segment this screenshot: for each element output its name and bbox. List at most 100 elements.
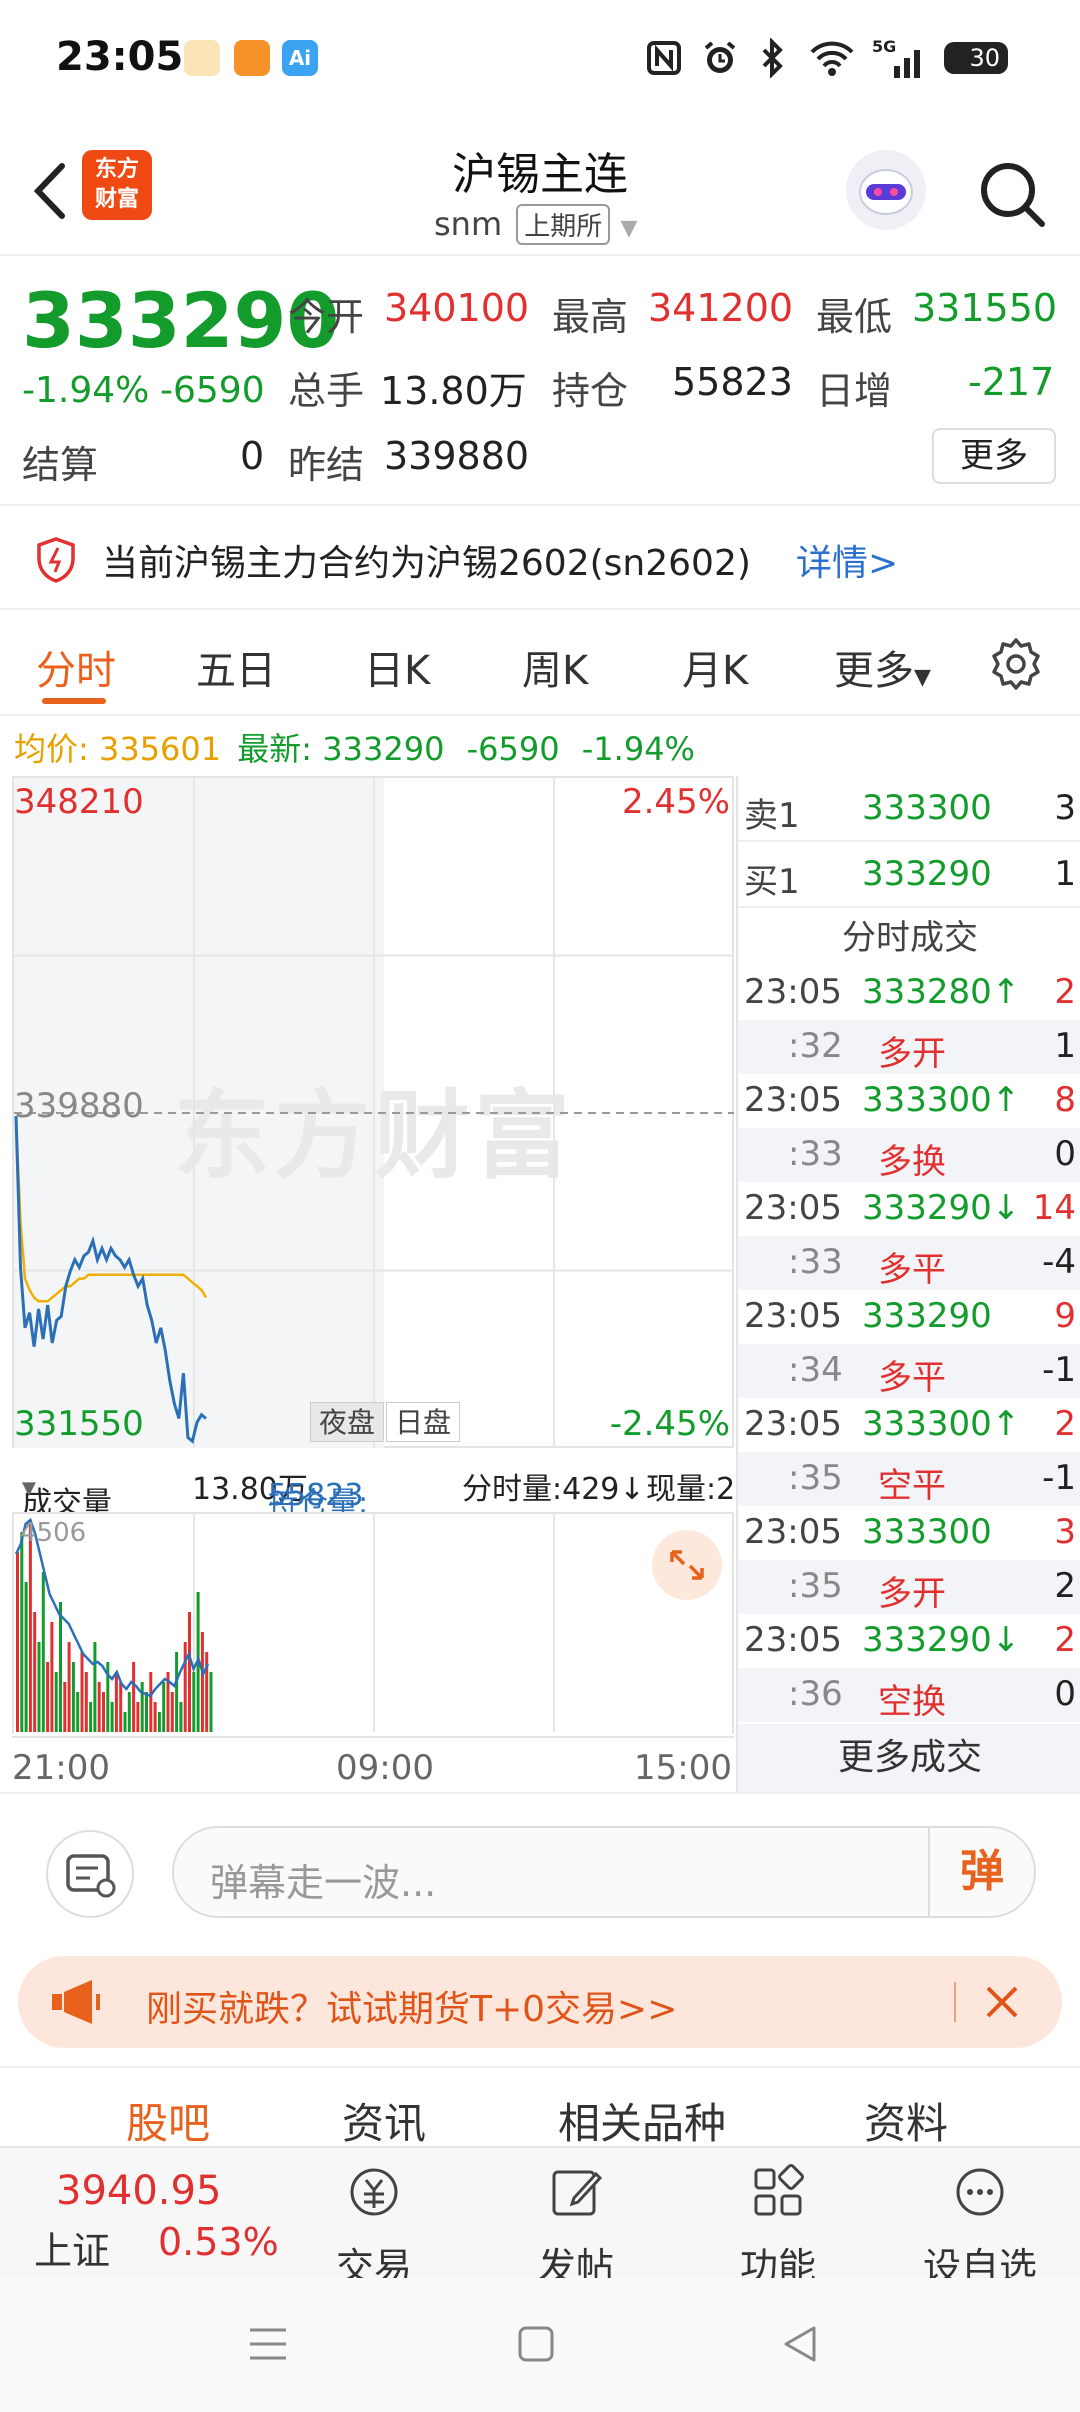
- latest-pct: -1.94%: [581, 730, 695, 768]
- contract-selector[interactable]: snm 上期所 ▼: [434, 204, 637, 245]
- tab-forum[interactable]: 股吧: [126, 2090, 210, 2151]
- index-name: 上证: [34, 2229, 111, 2273]
- search-icon[interactable]: [976, 158, 1048, 230]
- trade-type: 多平: [878, 1358, 946, 1398]
- volume-bar: [33, 1612, 37, 1732]
- trade-second: :35: [788, 1566, 843, 1606]
- trade-time: 23:05: [744, 1404, 842, 1444]
- trade-second: :36: [788, 1674, 843, 1714]
- promo-text: 刚买就跌？试试期货T+0交易>>: [146, 1989, 678, 2030]
- trade-qty: 3: [1054, 1512, 1076, 1552]
- volume-bar: [110, 1702, 114, 1732]
- volume-bar: [127, 1692, 131, 1732]
- intraday-chart[interactable]: 东方财富 348210 2.45% 339880 331550 -2.45% 夜…: [12, 776, 734, 1448]
- trade-detail-row: :35 多开 2: [738, 1560, 1080, 1614]
- tab-info[interactable]: 资料: [864, 2090, 948, 2151]
- close-icon[interactable]: [974, 1974, 1030, 2030]
- danmu-input[interactable]: 弹幕走一波... 弹: [172, 1826, 1036, 1918]
- system-nav-bar: [0, 2278, 1080, 2412]
- price-summary-line: 均价: 335601 最新: 333290 -6590 -1.94%: [14, 724, 695, 770]
- day-session-button[interactable]: 日盘: [386, 1402, 461, 1442]
- more-trades-button[interactable]: 更多成交: [738, 1724, 1080, 1792]
- battery-icon: 30: [944, 42, 1008, 74]
- volume-bar: [192, 1672, 196, 1732]
- daily-inc-value: -217: [968, 360, 1055, 404]
- volume-bar: [63, 1682, 67, 1732]
- change-pct: -1.94%: [22, 370, 150, 411]
- avg-value: 335601: [98, 730, 222, 768]
- nav-post[interactable]: 发帖: [516, 2162, 636, 2291]
- trade-oi-change: -1: [1042, 1350, 1076, 1390]
- status-bar: 23:05 Ai 5G 30: [0, 0, 1080, 120]
- chart-period-tabs: 分时 五日 日K 周K 月K 更多▼: [0, 612, 1080, 716]
- night-session-button[interactable]: 夜盘: [310, 1402, 385, 1442]
- trade-type: 多平: [878, 1250, 946, 1290]
- wifi-icon: [810, 41, 854, 76]
- tab-related[interactable]: 相关品种: [558, 2090, 726, 2151]
- tab-more[interactable]: 更多▼: [834, 638, 931, 696]
- nav-trade[interactable]: 交易: [314, 2162, 434, 2291]
- trade-price: 333280↑: [862, 972, 1021, 1012]
- open-label: 今开: [288, 295, 365, 339]
- y-bottom-label: 331550: [14, 1404, 144, 1444]
- app-notification-icon: [184, 40, 220, 76]
- trade-oi-change: -4: [1042, 1242, 1076, 1282]
- high-value: 341200: [648, 286, 794, 330]
- volume-info-bar: 成交量 ▼ 13.80万 持仓量: 55823 分时量:429↓ 现量:2: [12, 1450, 734, 1514]
- trade-time: 23:05: [744, 1188, 842, 1228]
- trade-time: 23:05: [744, 1296, 842, 1336]
- settle-label: 结算: [22, 443, 99, 487]
- header: 东方 财富 沪锡主连 snm 上期所 ▼: [0, 120, 1080, 256]
- trade-price: 333290: [862, 1296, 992, 1336]
- volume-bar: [28, 1522, 32, 1732]
- volume-bar: [102, 1692, 105, 1732]
- trade-type: 多换: [878, 1142, 946, 1182]
- trade-row: 23:05 333290 9: [738, 1290, 1080, 1344]
- volume-chart[interactable]: 4506: [12, 1514, 734, 1734]
- assistant-robot-icon[interactable]: [846, 150, 926, 230]
- tab-weekly-k[interactable]: 周K: [522, 638, 588, 696]
- volume-bar: [71, 1662, 75, 1732]
- danmu-settings-icon[interactable]: [46, 1830, 134, 1918]
- tab-intraday[interactable]: 分时: [36, 638, 116, 696]
- index-value: 3940.95: [56, 2168, 222, 2214]
- svg-text:5G: 5G: [872, 37, 896, 56]
- trade-second: :33: [788, 1134, 843, 1174]
- danmu-send-button[interactable]: 弹: [928, 1828, 1034, 1916]
- trade-second: :32: [788, 1026, 843, 1066]
- tab-daily-k[interactable]: 日K: [364, 638, 430, 696]
- volume-bar: [175, 1652, 179, 1732]
- tab-news[interactable]: 资讯: [342, 2090, 426, 2151]
- shield-alert-icon: [37, 537, 75, 583]
- y-top-label: 348210: [14, 782, 144, 822]
- latest-value: 333290: [322, 730, 445, 768]
- volume-bar: [97, 1682, 101, 1732]
- order-book-panel: 卖1 333300 3 买1 333290 1 分时成交 23:05 333280…: [736, 776, 1080, 1792]
- tab-five-day[interactable]: 五日: [196, 638, 276, 696]
- promo-banner[interactable]: 刚买就跌？试试期货T+0交易>>: [18, 1956, 1062, 2048]
- nav-function[interactable]: 功能: [718, 2162, 838, 2291]
- trade-price: 333300: [862, 1512, 992, 1552]
- status-time: 23:05: [56, 34, 184, 80]
- contract-code: snm: [434, 205, 503, 243]
- quote-more-button[interactable]: 更多: [932, 428, 1056, 484]
- volume-bar: [114, 1672, 118, 1732]
- back-nav-icon[interactable]: [780, 2324, 820, 2364]
- settle-value: 0: [240, 434, 265, 478]
- nav-add-watchlist[interactable]: 设自选: [920, 2162, 1040, 2291]
- expand-icon[interactable]: [652, 1530, 722, 1600]
- settings-gear-icon[interactable]: [988, 636, 1044, 692]
- prev-settle-label: 昨结: [288, 443, 365, 487]
- avg-label: 均价:: [14, 730, 89, 768]
- exchange-badge: 上期所: [516, 204, 611, 245]
- menu-icon[interactable]: [246, 2324, 290, 2364]
- home-icon[interactable]: [516, 2324, 556, 2364]
- notice-detail-link[interactable]: 详情>: [796, 534, 898, 586]
- latest-change: -6590: [466, 730, 560, 768]
- tab-monthly-k[interactable]: 月K: [682, 638, 748, 696]
- volume-bar: [80, 1652, 84, 1732]
- trade-price: 333300↑: [862, 1404, 1021, 1444]
- volume-bar: [140, 1682, 144, 1732]
- volume-bar: [188, 1612, 191, 1732]
- x-label-start: 21:00: [12, 1748, 110, 1788]
